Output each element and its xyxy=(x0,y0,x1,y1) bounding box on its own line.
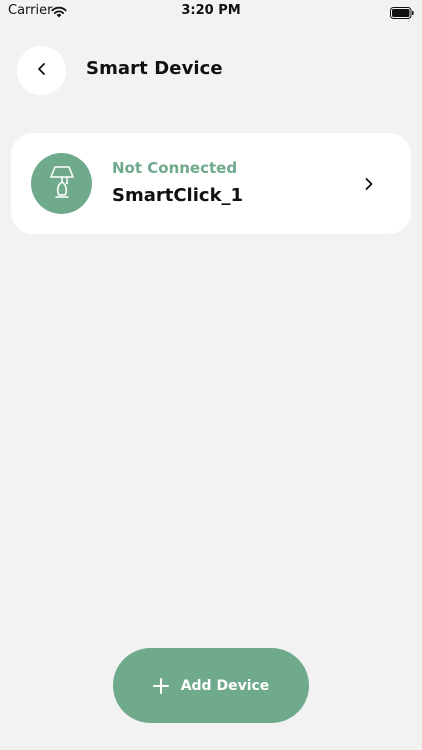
device-avatar xyxy=(31,153,92,214)
back-button[interactable] xyxy=(17,46,66,95)
chevron-right-icon xyxy=(363,176,375,190)
add-device-button[interactable]: Add Device xyxy=(113,648,309,723)
add-device-label: Add Device xyxy=(180,677,270,694)
plus-icon xyxy=(152,677,169,694)
device-name: SmartClick_1 xyxy=(112,185,244,206)
status-bar: Carrier 3:20 PM xyxy=(0,0,422,24)
status-time: 3:20 PM xyxy=(181,3,241,18)
device-status: Not Connected xyxy=(112,159,238,177)
lamp-icon xyxy=(48,165,76,203)
page-title: Smart Device xyxy=(86,58,223,79)
device-card[interactable]: Not Connected SmartClick_1 xyxy=(11,133,411,234)
battery-icon xyxy=(390,4,414,19)
chevron-left-icon xyxy=(35,61,49,80)
